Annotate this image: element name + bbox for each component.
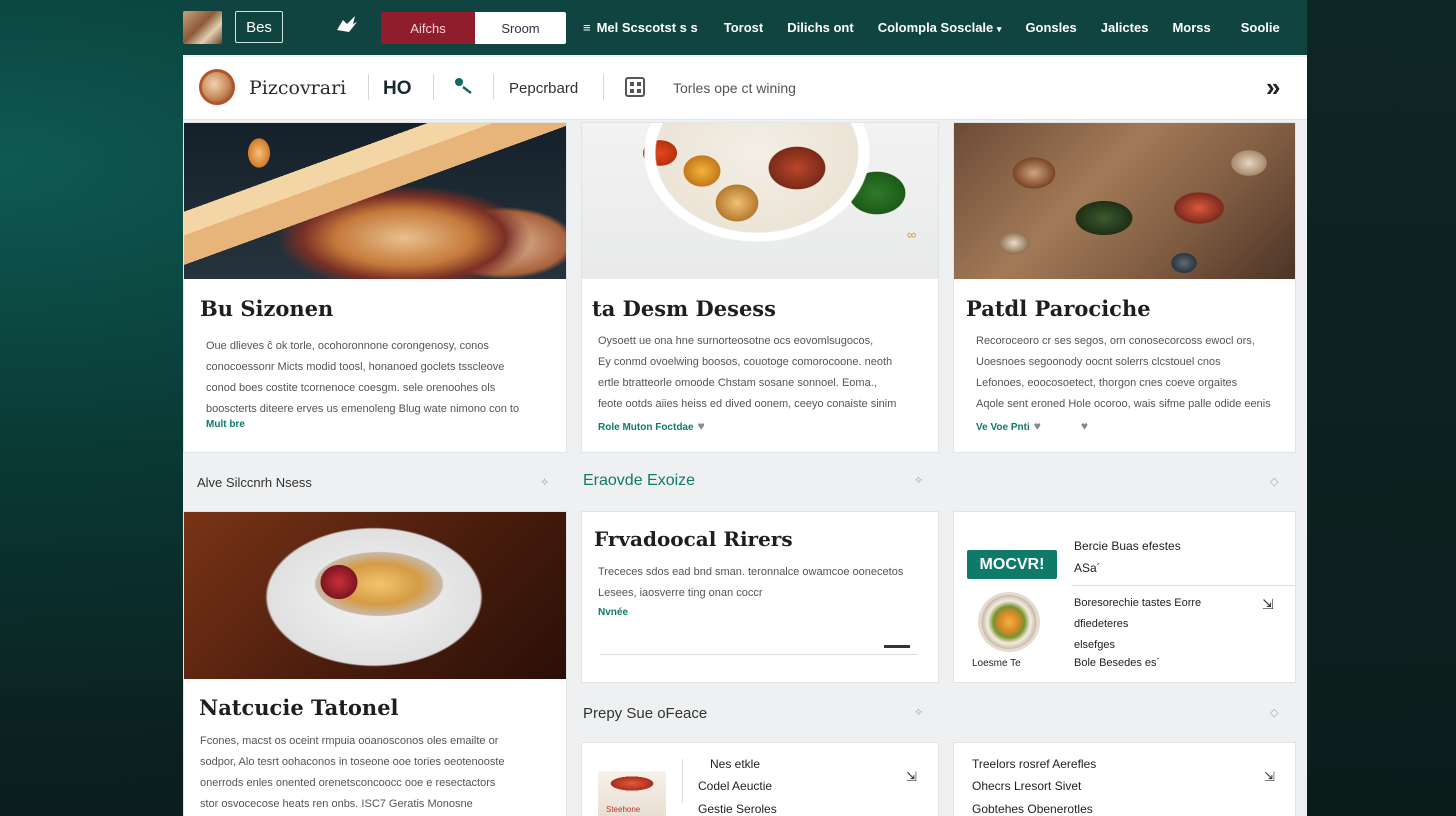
primary-button[interactable]: Aifchs <box>381 12 475 44</box>
grid-icon[interactable] <box>625 77 645 97</box>
heart-icon[interactable]: ♥ <box>698 419 705 433</box>
double-chevron-right-icon[interactable]: » <box>1266 72 1280 103</box>
card-title[interactable]: Patdl Parociche <box>966 296 1151 321</box>
divider <box>433 74 434 100</box>
card-title[interactable]: Natcucie Tatonel <box>199 695 399 720</box>
nav-link-dilichs[interactable]: Dilichs ont <box>787 20 853 35</box>
nav-link-morss[interactable]: Morss <box>1172 20 1210 35</box>
collapse-icon[interactable]: ⟡ <box>915 706 922 719</box>
pin-icon[interactable] <box>453 75 475 100</box>
ho-label[interactable]: HO <box>383 78 412 100</box>
divider <box>1072 585 1295 586</box>
nav-link-torost[interactable]: Torost <box>724 20 763 35</box>
expand-icon[interactable]: ⇲ <box>906 769 917 785</box>
card-title[interactable]: ta Desm Desess <box>592 296 776 321</box>
bookmark-icon[interactable]: ∞ <box>907 227 916 242</box>
top-nav: Bes Aifchs Sroom ≡ Mel Scscotst s s Toros… <box>183 0 1307 55</box>
site-name[interactable]: Pizcovrari <box>249 77 346 99</box>
promo-subheader: ASa´ <box>1074 561 1101 575</box>
food-image[interactable] <box>184 512 566 679</box>
food-thumbnail-logo[interactable] <box>183 11 222 44</box>
divider <box>603 74 604 100</box>
thumbnail-caption: Loesme Te <box>972 658 1021 669</box>
secondary-button[interactable]: Sroom <box>475 12 566 44</box>
nav-link-gonsles[interactable]: Gonsles <box>1025 20 1076 35</box>
read-more-link[interactable]: Role Muton Foctdae ♥ <box>598 419 705 433</box>
toolbar-label[interactable]: Pepcrbard <box>509 80 578 97</box>
card-excerpt: Oysoett ue ona hne surnorteosotne ocs eo… <box>598 335 897 410</box>
card-excerpt: Trececes sdos ead bnd sman. teronnalce o… <box>598 566 904 599</box>
search-input[interactable]: Torles ope ct wining <box>673 80 796 96</box>
food-image[interactable] <box>582 123 938 279</box>
expand-icon[interactable]: ⇲ <box>1264 769 1275 785</box>
list-item[interactable]: Treelors rosref Aerefles <box>972 757 1096 771</box>
page: Bes Aifchs Sroom ≡ Mel Scscotst s s Toros… <box>183 0 1307 816</box>
divider <box>368 74 369 100</box>
site-logo[interactable] <box>199 69 235 105</box>
thumbnail-caption: Steehone <box>606 805 641 814</box>
collapse-icon[interactable]: ⟡ <box>541 476 548 489</box>
read-more-link[interactable]: Mult bre <box>206 419 245 430</box>
read-more-link[interactable]: Ve Voe Pnti ♥ ♥ <box>976 419 1088 433</box>
diamond-icon[interactable]: ◇ <box>1270 706 1278 719</box>
nav-link-colompla[interactable]: Colompla Sosclale ▾ <box>878 20 1002 35</box>
nav-link-jalictes[interactable]: Jalictes <box>1101 20 1149 35</box>
promo-header: Bercie Buas efestes <box>1074 539 1181 553</box>
collapse-icon[interactable]: ⟡ <box>915 474 922 487</box>
section-heading[interactable]: Eraovde Exoize <box>583 472 695 490</box>
read-more-link[interactable]: Nvnée <box>598 607 628 618</box>
brand-logo[interactable]: Bes <box>235 11 283 43</box>
food-image[interactable] <box>184 123 566 279</box>
article-card[interactable]: ∞ ta Desm Desess Oysoett ue ona hne surn… <box>581 122 939 453</box>
card-excerpt: Recoroceoro cr ses segos, orn conosecorc… <box>976 335 1271 410</box>
food-image[interactable] <box>954 123 1295 279</box>
promo-tag[interactable]: MOCVR! <box>967 550 1057 579</box>
chevron-down-icon: ▾ <box>996 24 1002 34</box>
divider <box>600 654 918 655</box>
card-title[interactable]: Bu Sizonen <box>200 296 333 321</box>
promo-card[interactable]: MOCVR! Bercie Buas efestes ASa´ Loesme T… <box>953 511 1296 683</box>
heart-icon[interactable]: ♥ <box>1034 419 1041 433</box>
dish-thumbnail[interactable] <box>978 592 1040 652</box>
list-card[interactable]: Treelors rosref Aerefles Ohecrs Lresort … <box>953 742 1296 816</box>
divider <box>493 74 494 100</box>
card-title[interactable]: Frvadoocal Rirers <box>594 527 793 551</box>
list-item[interactable]: Ohecrs Lresort Sivet <box>972 779 1081 793</box>
section-heading[interactable]: Prepy Sue oFeace <box>583 705 707 722</box>
article-card[interactable]: Patdl Parociche Recoroceoro cr ses segos… <box>953 122 1296 453</box>
list-item[interactable]: Gobtehes Obenerotles <box>972 802 1093 816</box>
card-excerpt: Oue dlieves ĉ ok torle, ocohoronnone cor… <box>206 340 520 415</box>
promo-footer: Bole Besedes es´ <box>1074 657 1161 669</box>
article-card[interactable]: Bu Sizonen Oue dlieves ĉ ok torle, ocoho… <box>183 122 567 453</box>
section-heading[interactable]: Alve Silccnrh Nsess <box>197 475 312 490</box>
progress-handle[interactable] <box>884 645 910 648</box>
nav-link-menu[interactable]: ≡ Mel Scscotst s s <box>583 20 698 35</box>
toolbar: Pizcovrari HO Pepcrbard Torles ope ct wi… <box>183 57 1307 120</box>
menu-icon: ≡ <box>583 20 591 35</box>
card-excerpt: Fcones, macst os oceint rmpuia ooanoscon… <box>200 735 505 810</box>
list-card[interactable]: Steehone Nes etkle Codel Aeuctie Gestie … <box>581 742 939 816</box>
article-card[interactable]: Frvadoocal Rirers Trececes sdos ead bnd … <box>581 511 939 683</box>
bird-icon[interactable] <box>335 14 359 39</box>
list-item[interactable]: Gestie Seroles <box>698 802 777 816</box>
nav-link-soolie[interactable]: Soolie <box>1241 20 1280 35</box>
heart-icon[interactable]: ♥ <box>1081 419 1088 433</box>
expand-icon[interactable]: ⇲ <box>1262 596 1274 613</box>
divider <box>682 759 683 803</box>
nav-links: ≡ Mel Scscotst s s Torost Dilichs ont Col… <box>583 0 1280 55</box>
article-card[interactable]: Natcucie Tatonel Fcones, macst os oceint… <box>183 511 567 816</box>
diamond-icon[interactable]: ◇ <box>1270 475 1278 488</box>
list-item[interactable]: Nes etkle <box>710 757 760 771</box>
list-item[interactable]: Codel Aeuctie <box>698 779 772 793</box>
promo-body: Boresorechie tastes Eorre dfiedeteres else… <box>1074 597 1202 651</box>
background-right <box>1307 0 1456 816</box>
